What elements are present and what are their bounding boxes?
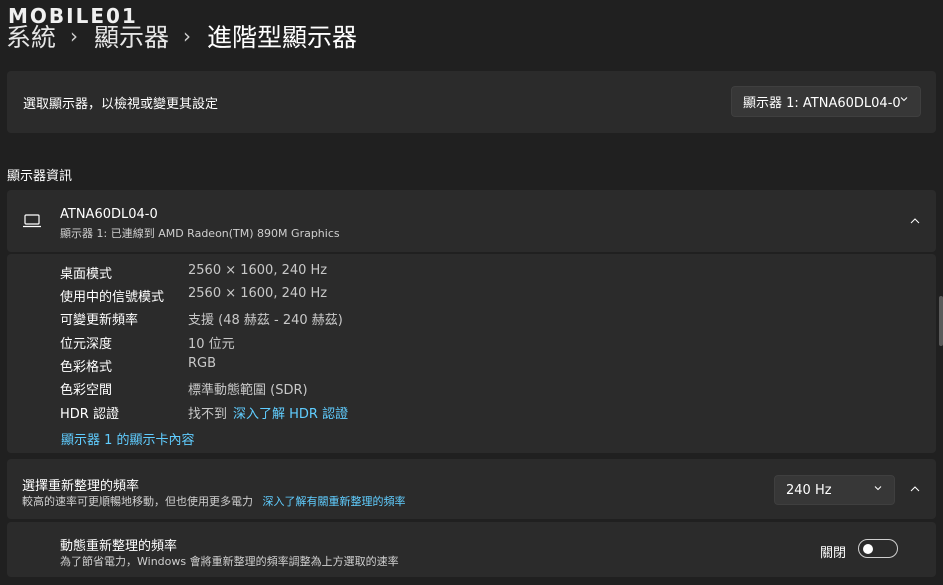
chevron-right-icon: › — [70, 24, 79, 48]
info-value: 2560 × 1600, 240 Hz — [188, 263, 328, 278]
refresh-rate-learn-more-link[interactable]: 深入了解有關重新整理的頻率 — [263, 495, 406, 508]
dynamic-refresh-toggle[interactable] — [858, 539, 898, 558]
hdr-learn-more-link[interactable]: 深入了解 HDR 認證 — [233, 403, 348, 422]
chevron-down-icon — [900, 97, 908, 102]
display-subtitle: 顯示器 1: 已連線到 AMD Radeon(TM) 890M Graphics — [60, 227, 340, 240]
info-key: 桌面模式 — [60, 267, 113, 282]
info-key: 位元深度 — [60, 337, 113, 352]
dynamic-refresh-subtitle: 為了節省電力，Windows 會將重新整理的頻率調整為上方選取的速率 — [60, 555, 399, 568]
info-value: 支援 (48 赫茲 - 240 赫茲) — [188, 313, 343, 328]
info-key: 可變更新頻率 — [60, 313, 139, 328]
laptop-icon — [23, 214, 41, 228]
info-key: 色彩格式 — [60, 360, 113, 375]
dynamic-refresh-card: 動態重新整理的頻率 為了節省電力，Windows 會將重新整理的頻率調整為上方選… — [7, 522, 936, 577]
info-row: HDR 認證 找不到 深入了解 HDR 認證 — [60, 403, 348, 422]
info-value: 標準動態範圍 (SDR) — [188, 383, 308, 398]
info-row: 色彩格式 RGB — [60, 356, 217, 375]
select-display-label: 選取顯示器，以檢視或變更其設定 — [23, 97, 219, 112]
breadcrumb: 系統 › 顯示器 › 進階型顯示器 — [6, 18, 357, 54]
info-value: 10 位元 — [188, 337, 235, 352]
info-row: 使用中的信號模式 2560 × 1600, 240 Hz — [60, 286, 328, 305]
info-row: 位元深度 10 位元 — [60, 333, 235, 352]
breadcrumb-parent[interactable]: 顯示器 — [94, 18, 169, 54]
info-row: 色彩空間 標準動態範圍 (SDR) — [60, 379, 308, 398]
dynamic-refresh-toggle-label: 關閉 — [820, 546, 847, 561]
chevron-up-icon[interactable] — [910, 484, 920, 494]
display-select-value: 顯示器 1: ATNA60DL04-0 — [743, 96, 901, 111]
toggle-knob — [863, 544, 873, 554]
info-value: RGB — [188, 356, 217, 371]
refresh-rate-dropdown[interactable]: 240 Hz — [774, 475, 895, 505]
refresh-rate-value: 240 Hz — [786, 482, 832, 498]
info-row: 桌面模式 2560 × 1600, 240 Hz — [60, 263, 328, 282]
info-value: 2560 × 1600, 240 Hz — [188, 286, 328, 301]
refresh-rate-title: 選擇重新整理的頻率 — [22, 479, 140, 494]
page-title: 進階型顯示器 — [207, 23, 358, 52]
info-key: 使用中的信號模式 — [60, 290, 165, 305]
adapter-properties-link[interactable]: 顯示器 1 的顯示卡內容 — [61, 429, 195, 448]
scrollbar-thumb[interactable] — [939, 296, 943, 346]
chevron-right-icon: › — [183, 24, 192, 48]
dynamic-refresh-title: 動態重新整理的頻率 — [60, 539, 178, 554]
refresh-rate-subtitle: 較高的速率可更順暢地移動，但也使用更多電力 深入了解有關重新整理的頻率 — [22, 493, 406, 509]
info-value: 找不到 — [188, 407, 228, 422]
breadcrumb-root[interactable]: 系統 — [6, 18, 56, 54]
display-info-details: 桌面模式 2560 × 1600, 240 Hz 使用中的信號模式 2560 ×… — [7, 254, 936, 453]
refresh-rate-description: 較高的速率可更順暢地移動，但也使用更多電力 — [22, 495, 253, 508]
chevron-up-icon[interactable] — [910, 216, 920, 226]
display-name: ATNA60DL04-0 — [60, 207, 158, 222]
info-row: 可變更新頻率 支援 (48 赫茲 - 240 赫茲) — [60, 309, 343, 328]
info-key: 色彩空間 — [60, 383, 113, 398]
info-key: HDR 認證 — [60, 407, 119, 422]
display-select-dropdown[interactable]: 顯示器 1: ATNA60DL04-0 — [731, 86, 921, 117]
chevron-down-icon — [874, 486, 882, 491]
display-info-header[interactable]: ATNA60DL04-0 顯示器 1: 已連線到 AMD Radeon(TM) … — [7, 190, 936, 252]
section-title-display-info: 顯示器資訊 — [7, 169, 73, 184]
